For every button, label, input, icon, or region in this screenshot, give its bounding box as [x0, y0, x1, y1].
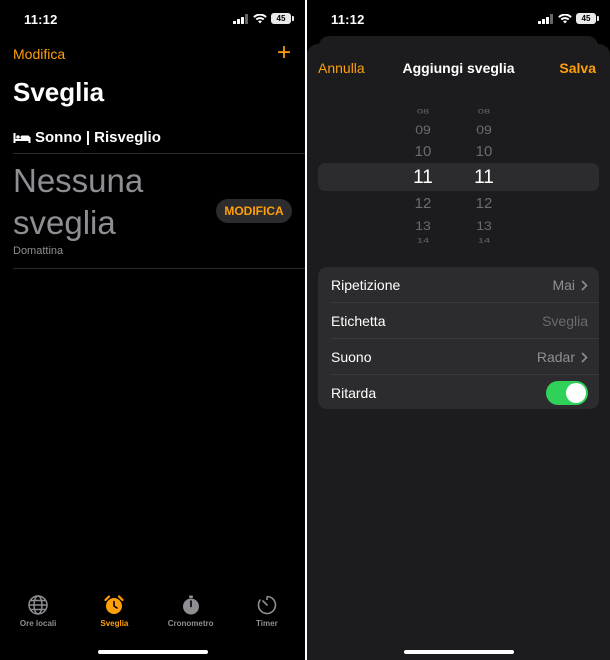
hour-option: 14 [416, 237, 430, 245]
tab-label: Sveglia [100, 619, 129, 628]
tab-bar: Ore locali Sveglia Cronometro Timer [0, 594, 305, 634]
no-alarm-title: Nessuna sveglia [13, 162, 144, 241]
tab-stopwatch[interactable]: Cronometro [153, 594, 229, 634]
timer-icon [257, 595, 277, 615]
picker-selection-highlight [318, 163, 599, 191]
tab-world-clock[interactable]: Ore locali [0, 594, 76, 634]
status-bar: 11:12 45 [0, 0, 305, 38]
tab-label: Ore locali [19, 619, 57, 628]
time-picker[interactable]: 08 09 10 11 12 13 14 08 09 10 11 12 13 1… [307, 106, 610, 248]
minute-option: 12 [475, 195, 493, 212]
save-button[interactable]: Salva [559, 60, 596, 76]
divider [13, 153, 305, 154]
chevron-right-icon [581, 351, 588, 363]
add-alarm-screen: 11:12 45 Annulla Aggiungi sveglia Salva … [307, 0, 610, 660]
minute-option: 08 [477, 108, 491, 116]
wifi-icon [253, 13, 267, 23]
minute-option: 14 [477, 237, 491, 245]
status-bar: 11:12 45 [307, 0, 610, 38]
hour-selected: 11 [413, 167, 433, 188]
label-input[interactable]: Sveglia [542, 313, 588, 329]
home-indicator[interactable] [403, 650, 514, 654]
tab-label: Cronometro [167, 619, 214, 628]
page-title: Sveglia [13, 77, 105, 107]
status-time: 11:12 [331, 12, 365, 27]
home-indicator[interactable] [97, 650, 208, 654]
alarm-list-screen: 11:12 45 Modifica + Sveglia Sonno | Risv… [0, 0, 305, 660]
cellular-signal-icon [233, 13, 248, 24]
snooze-row: Ritarda [331, 375, 588, 411]
battery-icon: 45 [576, 13, 599, 24]
repeat-row[interactable]: Ripetizione Mai [331, 267, 588, 303]
snooze-label: Ritarda [331, 385, 377, 401]
hour-option: 12 [414, 195, 432, 212]
chevron-right-icon [581, 279, 588, 291]
minute-selected: 11 [474, 167, 494, 188]
tab-label: Timer [256, 619, 278, 628]
repeat-value: Mai [552, 277, 575, 293]
tab-timer[interactable]: Timer [229, 594, 305, 634]
wifi-icon [558, 13, 572, 23]
tab-alarm[interactable]: Sveglia [76, 594, 152, 634]
status-time: 11:12 [24, 12, 58, 27]
stopwatch-icon [182, 595, 199, 615]
add-alarm-button[interactable]: + [277, 41, 291, 65]
cellular-signal-icon [538, 13, 553, 24]
sleep-section-header: Sonno | Risveglio [13, 129, 161, 146]
hour-option: 09 [415, 123, 431, 137]
modify-sleep-button[interactable]: MODIFICA [216, 199, 292, 223]
hour-option: 10 [414, 143, 432, 160]
alarm-icon [104, 595, 124, 614]
add-alarm-sheet: Annulla Aggiungi sveglia Salva 08 09 10 … [307, 44, 610, 660]
hour-option: 08 [416, 108, 430, 116]
minute-option: 13 [476, 219, 492, 233]
sound-label: Suono [331, 349, 372, 365]
minute-option: 10 [475, 143, 493, 160]
hour-option: 13 [415, 219, 431, 233]
label-row[interactable]: Etichetta Sveglia [331, 303, 588, 339]
sleep-section-label: Sonno | Risveglio [35, 129, 161, 146]
alarm-settings-group: Ripetizione Mai Etichetta Sveglia Suono … [318, 267, 599, 409]
snooze-toggle[interactable] [546, 381, 588, 405]
edit-button[interactable]: Modifica [13, 46, 65, 62]
no-alarm-subtitle: Domattina [13, 245, 64, 257]
divider [13, 268, 305, 269]
minute-option: 09 [476, 123, 492, 137]
sound-value: Radar [536, 349, 575, 365]
bed-icon [13, 132, 31, 143]
sound-row[interactable]: Suono Radar [331, 339, 588, 375]
battery-icon: 45 [271, 13, 294, 24]
repeat-label: Ripetizione [331, 277, 401, 293]
globe-icon [28, 595, 48, 615]
label-row-label: Etichetta [331, 313, 386, 329]
